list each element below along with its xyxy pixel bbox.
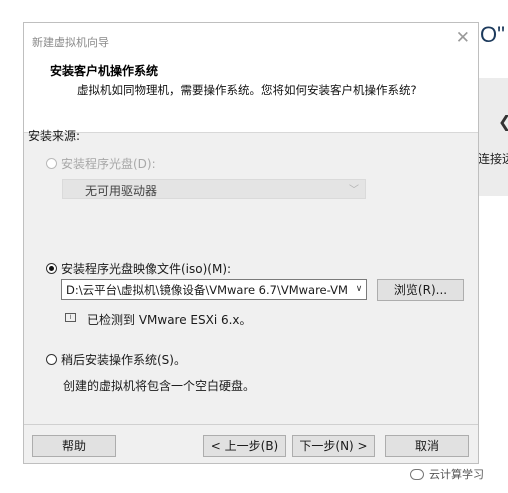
install-source-label: 安装来源:: [28, 129, 81, 143]
dialog-footer-divider: [24, 424, 478, 425]
chevron-down-icon: ﹀: [349, 185, 359, 196]
wizard-header: 安装客户机操作系统 虚拟机如同物理机，需要操作系统。您将如何安装客户机操作系统?: [24, 57, 478, 133]
help-button[interactable]: 帮助: [32, 435, 116, 457]
radio-button[interactable]: [46, 158, 57, 169]
iso-path-value: D:\云平台\虚拟机\镜像设备\VMware 6.7\VMware-VM: [66, 283, 348, 297]
radio-install-later-label: 稍后安装操作系统(S)。: [61, 353, 186, 367]
next-button[interactable]: 下一步(N) >: [292, 435, 375, 457]
background-window-title-fragment: O": [480, 22, 505, 47]
header-subtitle: 虚拟机如同物理机，需要操作系统。您将如何安装客户机操作系统?: [77, 83, 417, 97]
wechat-icon: [410, 468, 424, 480]
detected-os-text: 已检测到 VMware ESXi 6.x。: [87, 313, 252, 327]
close-icon[interactable]: ✕: [456, 30, 470, 47]
radio-iso-image-label: 安装程序光盘映像文件(iso)(M):: [61, 262, 232, 276]
dialog-title: 新建虚拟机向导: [32, 36, 109, 49]
radio-installer-disc[interactable]: 安装程序光盘(D):: [46, 155, 156, 172]
header-title: 安装客户机操作系统: [50, 64, 159, 78]
watermark: 云计算学习: [410, 466, 484, 482]
info-icon: i: [65, 313, 76, 322]
back-button[interactable]: < 上一步(B): [203, 435, 286, 457]
radio-button[interactable]: [46, 263, 57, 274]
background-panel: [476, 78, 508, 196]
back-arrow-icon: ❮: [498, 112, 508, 131]
cancel-button[interactable]: 取消: [385, 435, 469, 457]
radio-iso-image[interactable]: 安装程序光盘映像文件(iso)(M):: [46, 260, 231, 277]
radio-installer-disc-label: 安装程序光盘(D):: [61, 157, 156, 171]
dialog-titlebar: 新建虚拟机向导 ✕: [24, 23, 478, 57]
install-later-description: 创建的虚拟机将包含一个空白硬盘。: [63, 379, 256, 393]
radio-install-later[interactable]: 稍后安装操作系统(S)。: [46, 351, 186, 368]
drive-select-value: 无可用驱动器: [85, 184, 158, 198]
new-vm-wizard-dialog: 新建虚拟机向导 ✕ 安装客户机操作系统 虚拟机如同物理机，需要操作系统。您将如何…: [23, 22, 479, 464]
drive-select[interactable]: 无可用驱动器 ﹀: [62, 179, 366, 199]
browse-button[interactable]: 浏览(R)...: [377, 279, 464, 301]
background-connect-text: 连接远: [478, 152, 508, 166]
watermark-text: 云计算学习: [429, 468, 484, 481]
radio-button[interactable]: [46, 354, 57, 365]
chevron-down-icon[interactable]: ∨: [352, 280, 366, 299]
iso-path-combobox[interactable]: D:\云平台\虚拟机\镜像设备\VMware 6.7\VMware-VM ∨: [61, 279, 367, 300]
